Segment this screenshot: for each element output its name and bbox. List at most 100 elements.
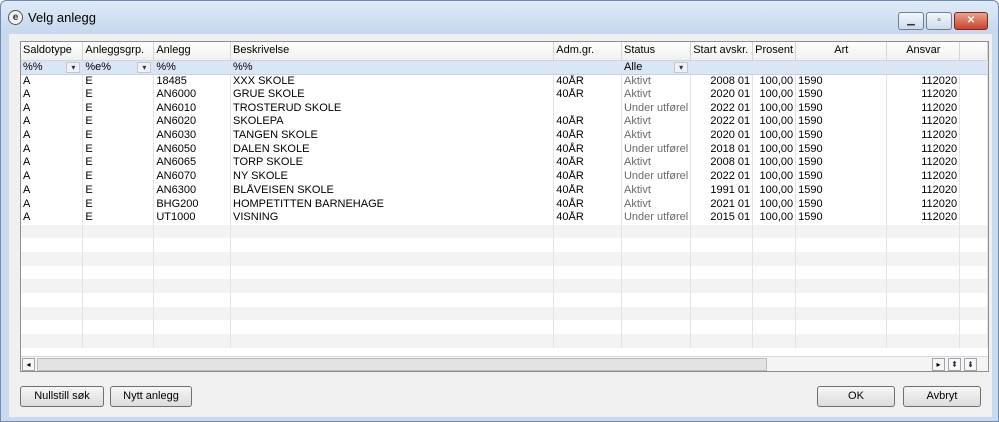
- empty-cell: [21, 334, 84, 348]
- empty-row: [21, 306, 988, 321]
- col-header-adm-gr[interactable]: Adm.gr.: [553, 42, 622, 61]
- minimize-button[interactable]: ▁: [898, 12, 924, 30]
- reset-search-button[interactable]: Nullstill søk: [20, 386, 104, 407]
- cell-anlegg: BHG200: [153, 197, 232, 211]
- arrow-right-icon[interactable]: ▸: [932, 358, 945, 371]
- filter-status[interactable]: Alle ▾: [621, 60, 692, 75]
- horizontal-scrollbar[interactable]: ◂ ▸ ⇞ ⇟: [21, 356, 988, 371]
- table-row[interactable]: A E AN6050 DALEN SKOLE 40ÅR Under utførel 2018…: [21, 142, 988, 157]
- collapse-rows-icon[interactable]: ⇟: [964, 358, 977, 371]
- cell-beskrivelse: VISNING: [230, 210, 555, 225]
- table-row[interactable]: A E AN6020 SKOLEPA 40ÅR Aktivt 2022 01 100,00 15…: [21, 115, 988, 129]
- empty-cell: [21, 279, 84, 293]
- filter-saldotype[interactable]: %% ▾: [21, 60, 84, 75]
- cell-filler: [959, 115, 988, 129]
- col-header-anlegg[interactable]: Anlegg: [153, 42, 232, 61]
- cell-art: 1590: [795, 156, 888, 170]
- col-header-prosent[interactable]: Prosent: [752, 42, 797, 61]
- cell-start-avskr: 2020 01: [690, 128, 754, 143]
- empty-cell: [886, 334, 961, 348]
- cell-start-avskr: 2022 01: [690, 115, 754, 129]
- table-row[interactable]: A E BHG200 HOMPETITTEN BARNEHAGE 40ÅR Aktivt 2…: [21, 197, 988, 211]
- cell-beskrivelse: TROSTERUD SKOLE: [230, 101, 555, 116]
- filter-ansvar[interactable]: [886, 60, 961, 75]
- empty-cell: [621, 251, 692, 266]
- filter-anlegg[interactable]: %%: [153, 60, 232, 75]
- filter-anleggsgrp[interactable]: %e% ▾: [82, 60, 155, 75]
- empty-cell: [553, 320, 622, 335]
- ok-button[interactable]: OK: [817, 386, 895, 407]
- col-header-start-avskr[interactable]: Start avskr.: [690, 42, 754, 61]
- asset-grid[interactable]: Saldotype Anleggsgrp. Anlegg Beskrivelse…: [20, 41, 989, 372]
- cancel-button[interactable]: Avbryt: [903, 386, 981, 407]
- filter-prosent[interactable]: [752, 60, 797, 75]
- empty-cell: [82, 251, 155, 266]
- cell-filler: [959, 156, 988, 170]
- col-header-beskrivelse[interactable]: Beskrivelse: [230, 42, 555, 61]
- table-row[interactable]: A E AN6010 TROSTERUD SKOLE Under utførel 2022…: [21, 101, 988, 116]
- empty-cell: [621, 334, 692, 348]
- new-asset-button[interactable]: Nytt anlegg: [110, 386, 192, 407]
- empty-cell: [153, 224, 232, 239]
- chevron-down-icon[interactable]: ▾: [137, 61, 152, 73]
- empty-cell: [621, 265, 692, 280]
- close-button[interactable]: ✕: [954, 12, 988, 30]
- title-bar[interactable]: e Velg anlegg ▁ ▫ ✕: [1, 1, 998, 33]
- col-header-saldotype[interactable]: Saldotype: [21, 42, 84, 61]
- cell-saldotype: A: [21, 87, 84, 102]
- expand-rows-icon[interactable]: ⇞: [948, 358, 961, 371]
- col-header-status[interactable]: Status: [621, 42, 692, 61]
- empty-cell: [553, 265, 622, 280]
- empty-cell: [886, 224, 961, 239]
- filter-start-avskr[interactable]: [690, 60, 754, 75]
- empty-row: [21, 279, 988, 293]
- empty-row: [21, 251, 988, 266]
- empty-cell: [690, 320, 754, 335]
- table-row[interactable]: A E AN6030 TANGEN SKOLE 40ÅR Aktivt 2020 01 100…: [21, 128, 988, 143]
- col-header-anleggsgrp[interactable]: Anleggsgrp.: [82, 42, 155, 61]
- table-row[interactable]: A E UT1000 VISNING 40ÅR Under utførel 2015 01 1…: [21, 210, 988, 225]
- table-row[interactable]: A E AN6070 NY SKOLE 40ÅR Under utførel 2022 01…: [21, 169, 988, 184]
- cell-art: 1590: [795, 197, 888, 211]
- cell-anlegg: UT1000: [153, 210, 232, 225]
- empty-cell: [21, 320, 84, 335]
- scroll-thumb[interactable]: [37, 358, 767, 371]
- table-row[interactable]: A E 18485 XXX SKOLE 40ÅR Aktivt 2008 01 100,00 1…: [21, 74, 988, 88]
- filter-art[interactable]: [795, 60, 888, 75]
- empty-cell: [690, 238, 754, 252]
- table-row[interactable]: A E AN6300 BLÅVEISEN SKOLE 40ÅR Aktivt 1991 01…: [21, 183, 988, 198]
- filter-filler: [959, 60, 988, 75]
- empty-cell: [752, 279, 797, 293]
- cell-prosent: 100,00: [752, 169, 797, 184]
- cell-prosent: 100,00: [752, 115, 797, 129]
- filter-beskrivelse[interactable]: %%: [230, 60, 555, 75]
- empty-cell: [959, 251, 988, 266]
- empty-cell: [21, 293, 84, 307]
- chevron-down-icon[interactable]: ▾: [66, 61, 81, 73]
- filter-adm-gr[interactable]: [553, 60, 622, 75]
- empty-cell: [82, 306, 155, 321]
- col-header-ansvar[interactable]: Ansvar: [886, 42, 961, 61]
- empty-cell: [690, 224, 754, 239]
- cell-beskrivelse: DALEN SKOLE: [230, 142, 555, 157]
- empty-cell: [621, 279, 692, 293]
- empty-cell: [621, 238, 692, 252]
- empty-cell: [795, 279, 888, 293]
- cell-status: Aktivt: [621, 183, 692, 198]
- col-header-art[interactable]: Art: [795, 42, 888, 61]
- cell-art: 1590: [795, 210, 888, 225]
- maximize-button[interactable]: ▫: [926, 12, 952, 30]
- empty-cell: [82, 224, 155, 239]
- empty-cell: [752, 224, 797, 239]
- cell-anlegg: AN6065: [153, 156, 232, 170]
- cell-anleggsgrp: E: [82, 87, 155, 102]
- empty-cell: [553, 224, 622, 239]
- chevron-down-icon[interactable]: ▾: [674, 61, 689, 73]
- table-row[interactable]: A E AN6065 TORP SKOLE 40ÅR Aktivt 2008 01 100,0…: [21, 156, 988, 170]
- col-header-filler: [959, 42, 988, 61]
- header-row: Saldotype Anleggsgrp. Anlegg Beskrivelse…: [21, 42, 988, 61]
- table-row[interactable]: A E AN6000 GRUE SKOLE 40ÅR Aktivt 2020 01 100,0…: [21, 87, 988, 102]
- arrow-left-icon[interactable]: ◂: [22, 358, 35, 371]
- empty-cell: [959, 293, 988, 307]
- empty-cell: [82, 293, 155, 307]
